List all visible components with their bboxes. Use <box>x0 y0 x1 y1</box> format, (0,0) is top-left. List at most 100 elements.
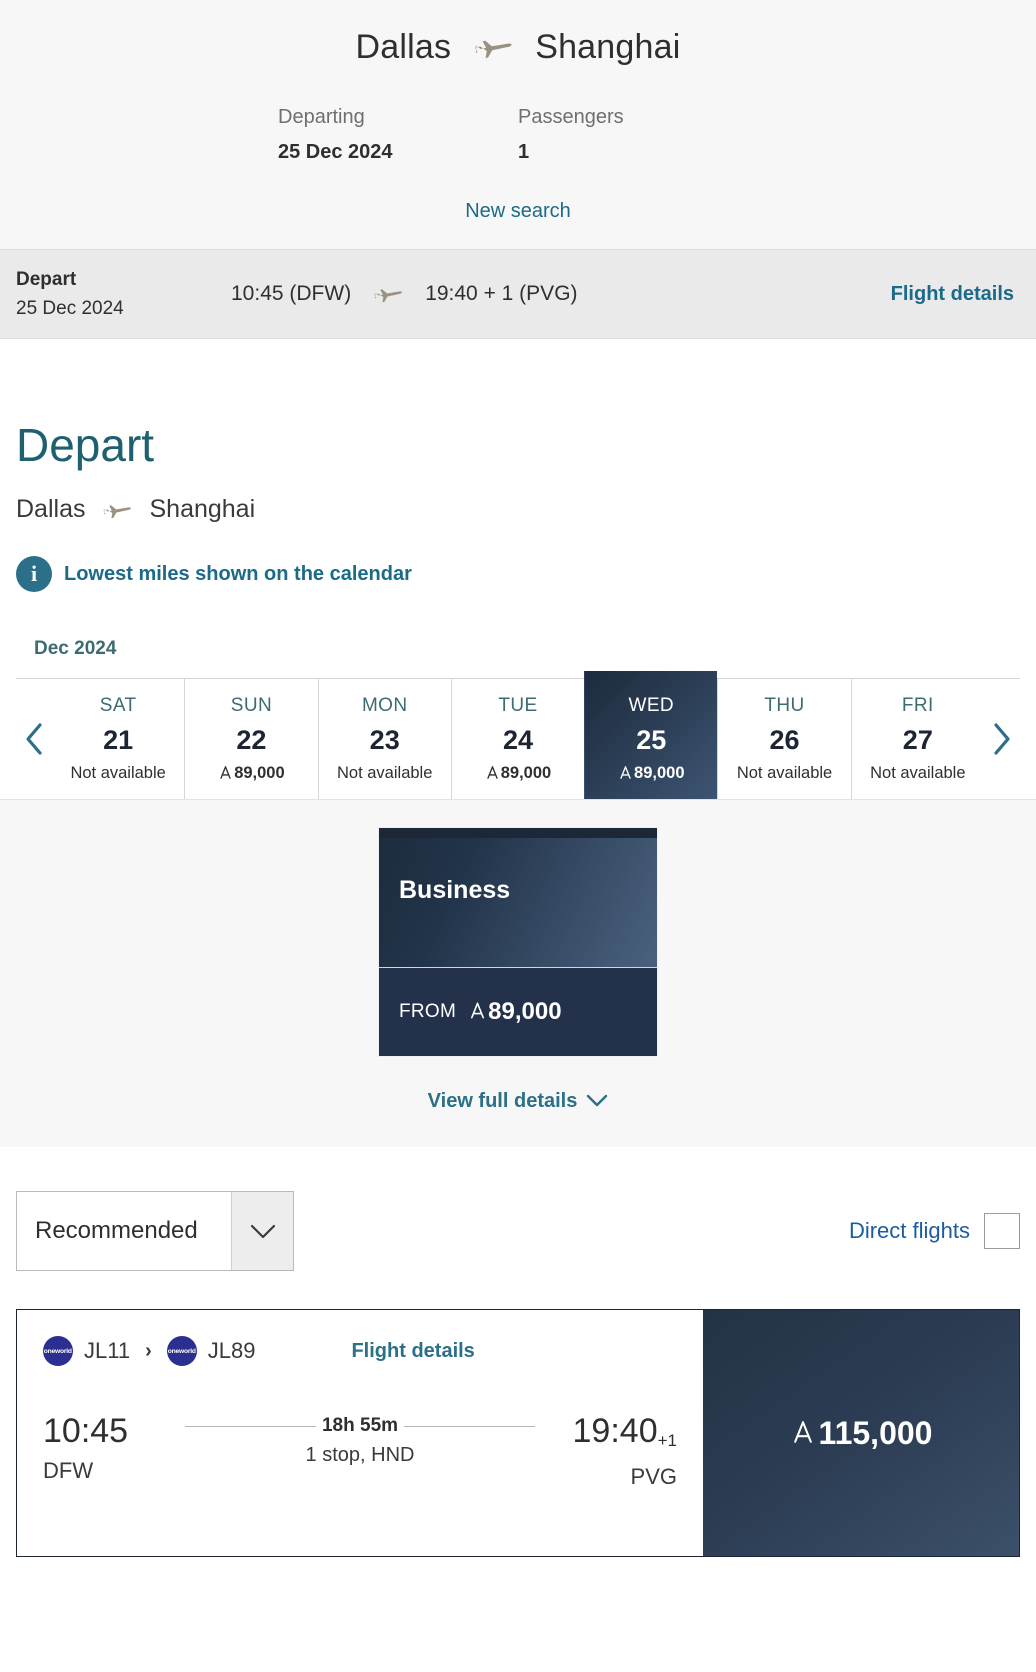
arrival-block: 19:40+1 PVG <box>547 1410 677 1490</box>
calendar-day-24[interactable]: TUE 24 89,000 <box>450 679 584 799</box>
cabin-selection-panel: Business FROM 89,000 View full details <box>0 799 1036 1147</box>
avios-symbol-icon <box>468 998 487 1026</box>
arrival-airport: PVG <box>630 1464 677 1489</box>
chevron-left-icon[interactable] <box>16 679 52 799</box>
calendar-day-27[interactable]: FRI 27 Not available <box>850 679 984 799</box>
calendar-day-price: Not available <box>736 764 833 782</box>
page-title: Depart <box>16 419 155 471</box>
depart-bar-title: Depart <box>16 269 77 290</box>
flight-stops: 1 stop, HND <box>305 1444 415 1466</box>
arrival-time-value: 19:40 <box>572 1412 658 1450</box>
direct-flights-checkbox[interactable] <box>984 1213 1020 1249</box>
departing-field: Departing 25 Dec 2024 <box>278 102 518 168</box>
cabin-from-label: FROM <box>399 1001 457 1022</box>
direct-flights-label[interactable]: Direct flights <box>849 1218 970 1244</box>
avios-symbol-icon <box>485 761 500 785</box>
sort-select-value: Recommended <box>35 1217 198 1244</box>
calendar-day-price: Not available <box>70 764 166 782</box>
main-content: Depart Dallas Shanghai i Lowest miles sh… <box>0 417 1036 799</box>
avios-symbol-icon <box>618 761 633 785</box>
flight-result-info: oneworld JL11 › oneworld JL89 Flight det… <box>17 1310 703 1556</box>
depart-bar-date: 25 Dec 2024 <box>16 298 124 319</box>
calendar-day-25[interactable]: WED 25 89,000 <box>584 671 718 799</box>
departure-block: 10:45 DFW <box>43 1410 173 1484</box>
chevron-right-icon[interactable] <box>984 679 1020 799</box>
calendar-day-26[interactable]: THU 26 Not available <box>717 679 850 799</box>
calendar-day-price-value: 89,000 <box>500 764 552 782</box>
calendar-day-price: Not available <box>870 764 966 782</box>
passengers-field: Passengers 1 <box>518 102 758 168</box>
calendar-day-weekday: TUE <box>498 695 538 716</box>
new-search-link[interactable]: New search <box>465 200 571 223</box>
calendar-day-number: 21 <box>103 725 134 755</box>
flight-price: 115,000 <box>790 1414 933 1452</box>
date-calendar: SAT 21 Not available SUN 22 89,000 MON 23 Not av… <box>16 671 1020 799</box>
oneworld-logo-icon: oneworld <box>43 1336 73 1366</box>
cabin-name: Business <box>399 876 511 904</box>
departing-label: Departing <box>278 106 365 128</box>
calendar-day-22[interactable]: SUN 22 89,000 <box>184 679 317 799</box>
chevron-down-icon <box>586 1090 608 1113</box>
flight-number-1: JL11 <box>84 1338 131 1363</box>
depart-bar-flight-details-link[interactable]: Flight details <box>891 283 1020 306</box>
depart-bar-origin-time: 10:45 (DFW) <box>231 282 352 305</box>
cabin-card-business[interactable]: Business FROM 89,000 <box>379 828 657 1056</box>
flight-price-panel[interactable]: 115,000 <box>703 1310 1019 1556</box>
route-title: Dallas Shanghai <box>0 18 1036 76</box>
destination-city: Shanghai <box>535 27 681 66</box>
depart-summary-bar: Depart 25 Dec 2024 10:45 (DFW) 19:40 + 1… <box>0 249 1036 339</box>
view-full-details-label: View full details <box>427 1090 578 1112</box>
origin-city: Dallas <box>355 27 452 66</box>
calendar-day-weekday: WED <box>628 695 675 716</box>
calendar-day-weekday: MON <box>361 695 408 716</box>
flight-details-link[interactable]: Flight details <box>351 1340 474 1363</box>
trip-summary-header: Dallas Shanghai Departing 25 Dec 2024 Pa… <box>0 0 1036 249</box>
calendar-day-21[interactable]: SAT 21 Not available <box>52 679 184 799</box>
avios-symbol-icon <box>790 1415 816 1452</box>
calendar-day-number: 27 <box>902 725 933 755</box>
lowest-miles-notice: i Lowest miles shown on the calendar <box>16 556 1020 592</box>
calendar-day-23[interactable]: MON 23 Not available <box>317 679 451 799</box>
depart-bar-date-block: Depart 25 Dec 2024 <box>16 265 231 323</box>
airplane-icon <box>473 34 513 60</box>
lowest-miles-text: Lowest miles shown on the calendar <box>64 562 412 585</box>
calendar-day-weekday: SAT <box>99 695 137 716</box>
calendar-day-weekday: FRI <box>901 695 934 716</box>
departing-value: 25 Dec 2024 <box>278 141 393 163</box>
chevron-right-icon: › <box>145 1339 152 1362</box>
section-destination: Shanghai <box>149 495 256 523</box>
calendar-day-number: 23 <box>369 725 400 755</box>
departure-time: 10:45 <box>43 1412 129 1450</box>
calendar-day-price: 89,000 <box>587 761 715 785</box>
passengers-value: 1 <box>518 141 530 163</box>
flight-duration-block: 18h 55m 1 stop, HND <box>173 1415 547 1467</box>
depart-bar-arrival-time: 19:40 + 1 (PVG) <box>425 282 578 305</box>
view-full-details-link[interactable]: View full details <box>428 1090 609 1113</box>
avios-symbol-icon <box>218 761 233 785</box>
airplane-icon <box>102 500 132 520</box>
departure-airport: DFW <box>43 1458 94 1483</box>
calendar-day-price: 89,000 <box>454 761 582 785</box>
calendar-days: SAT 21 Not available SUN 22 89,000 MON 23 Not av… <box>52 671 984 799</box>
flight-duration: 18h 55m <box>321 1415 399 1436</box>
sort-select[interactable]: Recommended <box>16 1191 294 1271</box>
section-origin: Dallas <box>16 495 86 523</box>
direct-flights-filter: Direct flights <box>849 1213 1020 1249</box>
calendar-day-price-value: 89,000 <box>234 764 285 782</box>
depart-bar-times: 10:45 (DFW) 19:40 + 1 (PVG) <box>231 282 891 306</box>
calendar-day-price: Not available <box>337 764 433 782</box>
calendar-day-number: 26 <box>769 725 800 755</box>
arrival-day-offset: +1 <box>657 1431 677 1450</box>
calendar-day-number: 24 <box>502 725 533 755</box>
results-filter-row: Recommended Direct flights <box>0 1191 1036 1271</box>
section-route: Dallas Shanghai <box>16 495 1020 524</box>
flight-result-card[interactable]: oneworld JL11 › oneworld JL89 Flight det… <box>16 1309 1020 1557</box>
flight-itinerary: 10:45 DFW 18h 55m 1 stop, HND 19:40+1 PV… <box>43 1410 677 1490</box>
calendar-day-number: 22 <box>236 725 267 755</box>
flight-price-value: 115,000 <box>818 1414 933 1451</box>
duration-line: 18h 55m <box>185 1415 535 1436</box>
info-icon: i <box>16 556 52 592</box>
calendar-day-weekday: THU <box>764 695 805 716</box>
calendar-month-label: Dec 2024 <box>34 638 117 659</box>
calendar-day-price-value: 89,000 <box>634 764 685 782</box>
